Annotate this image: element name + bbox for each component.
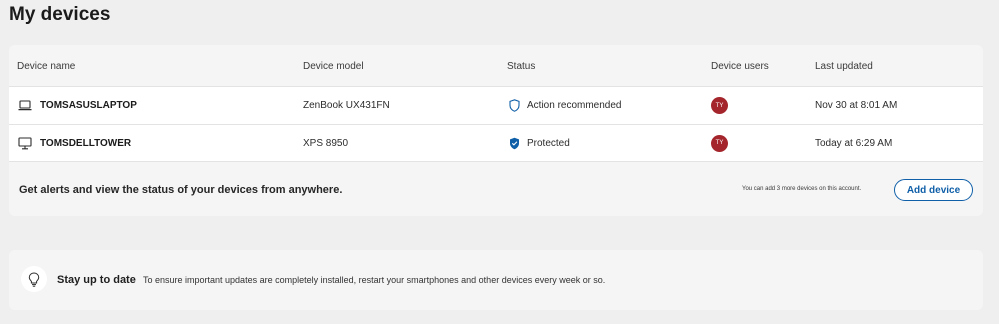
last-updated: Nov 30 at 8:01 AM — [815, 100, 898, 111]
header-device-model: Device model — [303, 61, 364, 72]
device-name-cell: TOMSASUSLAPTOP — [18, 87, 137, 124]
status-text: Protected — [527, 137, 570, 149]
tip-card: Stay up to date To ensure important upda… — [9, 250, 983, 310]
avatar[interactable]: TY — [711, 134, 728, 152]
shield-outline-icon — [509, 99, 520, 112]
device-name[interactable]: TOMSDELLTOWER — [40, 138, 131, 149]
tip-title: Stay up to date — [57, 274, 136, 286]
shield-check-icon — [509, 137, 520, 150]
add-device-button[interactable]: Add device — [894, 179, 973, 201]
header-device-name: Device name — [17, 61, 76, 72]
device-model: ZenBook UX431FN — [303, 100, 390, 111]
device-limit-note: You can add 3 more devices on this accou… — [742, 186, 862, 192]
header-device-users: Device users — [711, 61, 769, 72]
alerts-message: Get alerts and view the status of your d… — [19, 184, 343, 196]
device-model: XPS 8950 — [303, 137, 349, 149]
header-last-updated: Last updated — [815, 61, 873, 72]
status-text: Action recommended — [527, 100, 622, 111]
device-users-cell: TY — [711, 87, 728, 124]
page-title: My devices — [9, 4, 111, 25]
header-status: Status — [507, 61, 536, 72]
lightbulb-icon — [21, 266, 47, 292]
table-header: Device name Device model Status Device u… — [9, 45, 983, 86]
status-cell: Protected — [509, 125, 570, 161]
laptop-icon — [18, 100, 32, 111]
status-cell: Action recommended — [509, 87, 622, 124]
table-row[interactable]: TOMSASUSLAPTOP ZenBook UX431FN Action re… — [9, 86, 983, 124]
device-users-cell: TY — [711, 125, 728, 161]
avatar[interactable]: TY — [711, 97, 728, 114]
table-row[interactable]: TOMSDELLTOWER XPS 8950 Protected TY Toda… — [9, 124, 983, 162]
device-name[interactable]: TOMSASUSLAPTOP — [40, 100, 137, 111]
device-name-cell: TOMSDELLTOWER — [18, 125, 131, 161]
last-updated: Today at 6:29 AM — [815, 137, 893, 149]
tip-body: To ensure important updates are complete… — [143, 275, 606, 285]
devices-card: Device name Device model Status Device u… — [9, 45, 983, 216]
desktop-monitor-icon — [18, 136, 32, 150]
